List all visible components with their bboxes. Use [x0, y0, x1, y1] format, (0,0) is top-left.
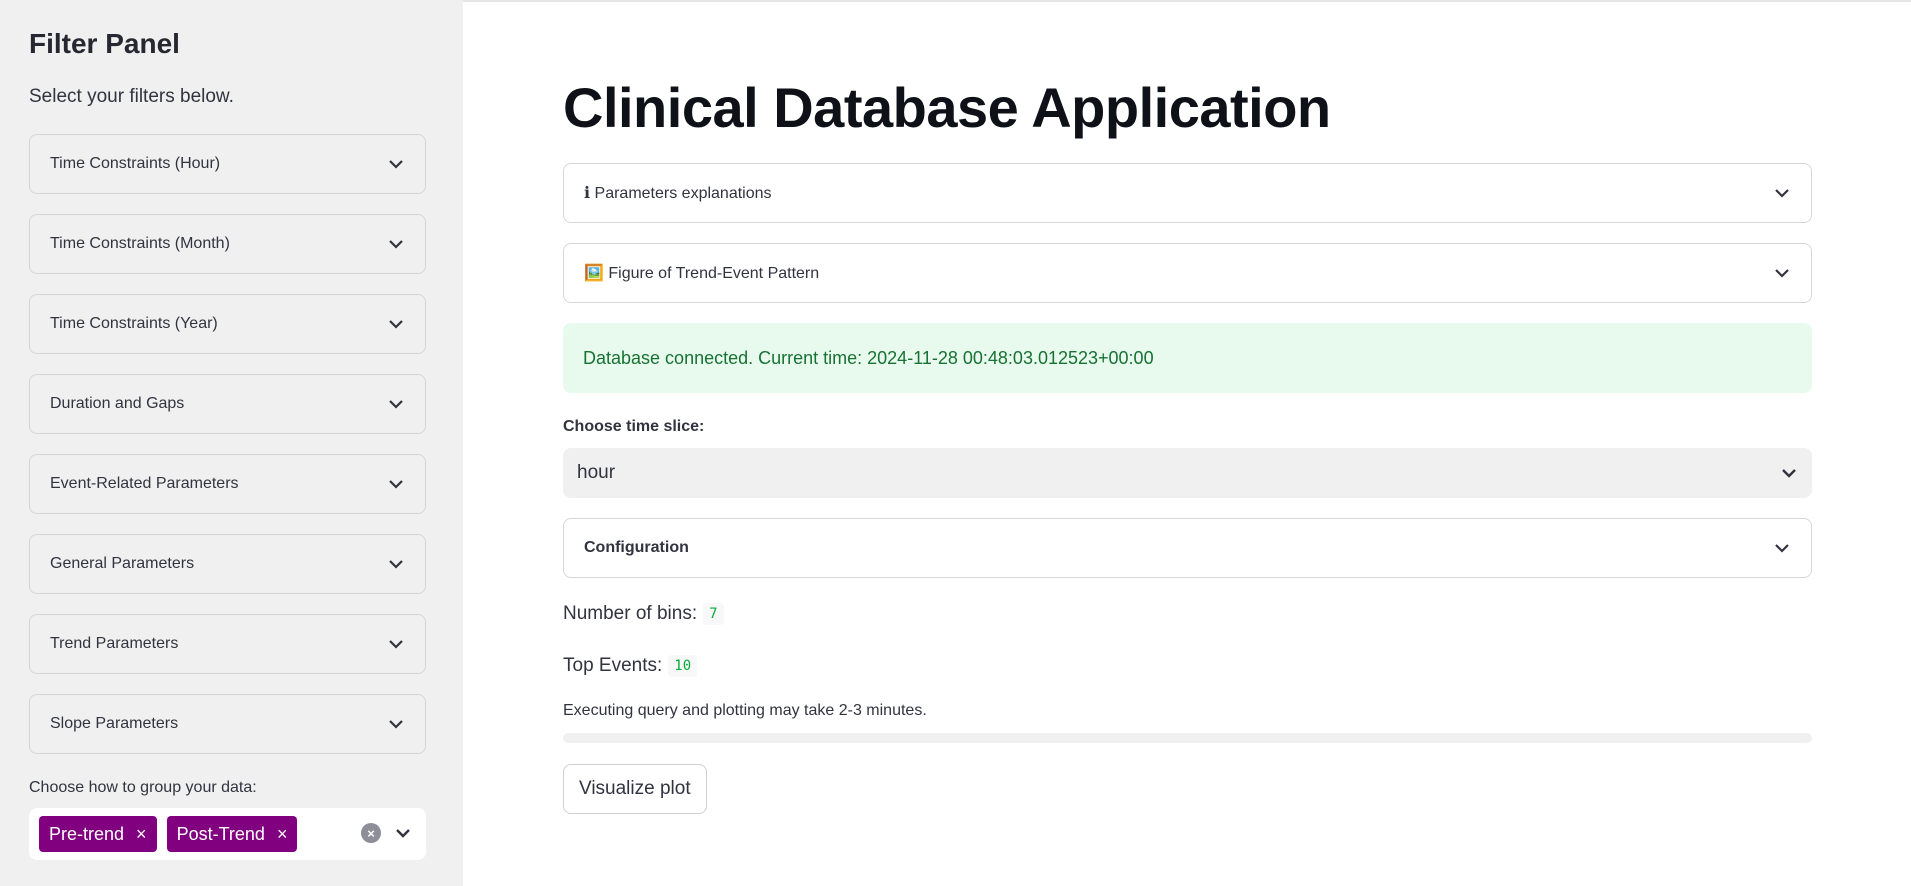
top-events-value: 10: [668, 655, 698, 677]
tag-label: Post-Trend: [176, 823, 265, 844]
chevron-down-icon: [1780, 464, 1798, 482]
expander-general[interactable]: General Parameters: [29, 534, 426, 594]
progress-bar: [563, 733, 1812, 743]
bins-value: 7: [703, 603, 724, 625]
time-slice-label: Choose time slice:: [563, 418, 705, 435]
expander-label: Configuration: [584, 539, 689, 556]
expander-label: Time Constraints (Hour): [50, 155, 221, 172]
expander-label: General Parameters: [50, 555, 195, 572]
chevron-down-icon: [1773, 184, 1791, 202]
execution-note: Executing query and plotting may take 2-…: [563, 702, 927, 719]
chevron-down-icon: [387, 235, 405, 253]
expander-label: Slope Parameters: [50, 715, 179, 732]
expander-configuration[interactable]: Configuration: [563, 518, 1812, 578]
chevron-down-icon: [387, 395, 405, 413]
page-title: Clinical Database Application: [563, 76, 1331, 139]
remove-tag-icon[interactable]: ×: [136, 824, 147, 845]
info-icon: ℹ: [584, 185, 591, 202]
expander-label: Event-Related Parameters: [50, 475, 239, 492]
expander-time-hour[interactable]: Time Constraints (Hour): [29, 134, 426, 194]
expander-label: 🖼️ Figure of Trend-Event Pattern: [584, 265, 820, 282]
clear-all-icon[interactable]: ×: [361, 823, 381, 843]
chevron-down-icon: [1773, 264, 1791, 282]
expander-label: ℹ Parameters explanations: [584, 185, 772, 202]
sidebar-title: Filter Panel: [29, 28, 180, 59]
remove-tag-icon[interactable]: ×: [277, 824, 288, 845]
visualize-plot-button[interactable]: Visualize plot: [563, 764, 707, 814]
group-by-multiselect[interactable]: Pre-trend × Post-Trend × ×: [29, 808, 426, 860]
expander-label: Trend Parameters: [50, 635, 179, 652]
chevron-down-icon: [387, 715, 405, 733]
expander-slope[interactable]: Slope Parameters: [29, 694, 426, 754]
expander-event-related[interactable]: Event-Related Parameters: [29, 454, 426, 514]
status-alert: Database connected. Current time: 2024-1…: [563, 323, 1812, 393]
select-value: hour: [577, 462, 616, 483]
chevron-down-icon: [387, 475, 405, 493]
top-events-label: Top Events:: [563, 655, 663, 676]
top-events-stat: Top Events: 10: [563, 655, 698, 677]
framed-picture-icon: 🖼️: [584, 265, 604, 282]
expander-duration-gaps[interactable]: Duration and Gaps: [29, 374, 426, 434]
expander-label: Time Constraints (Month): [50, 235, 230, 252]
expander-time-month[interactable]: Time Constraints (Month): [29, 214, 426, 274]
chevron-down-icon: [387, 155, 405, 173]
sidebar: Filter Panel Select your filters below. …: [0, 0, 463, 886]
tag-label: Pre-trend: [49, 823, 125, 844]
chevron-down-icon: [387, 635, 405, 653]
expander-trend[interactable]: Trend Parameters: [29, 614, 426, 674]
expander-time-year[interactable]: Time Constraints (Year): [29, 294, 426, 354]
time-slice-select[interactable]: hour: [563, 448, 1812, 498]
bins-stat: Number of bins: 7: [563, 603, 724, 625]
chevron-down-icon[interactable]: [394, 824, 412, 842]
expander-figure-trend-event[interactable]: 🖼️ Figure of Trend-Event Pattern: [563, 243, 1812, 303]
expander-label: Time Constraints (Year): [50, 315, 218, 332]
group-by-label: Choose how to group your data:: [29, 779, 257, 796]
expander-parameters-explanations[interactable]: ℹ Parameters explanations: [563, 163, 1812, 223]
sidebar-subtitle: Select your filters below.: [29, 86, 234, 107]
bins-label: Number of bins:: [563, 603, 698, 624]
tag-pre-trend: Pre-trend ×: [39, 816, 157, 852]
chevron-down-icon: [387, 555, 405, 573]
chevron-down-icon: [387, 315, 405, 333]
chevron-down-icon: [1773, 539, 1791, 557]
expander-label: Duration and Gaps: [50, 395, 185, 412]
tag-post-trend: Post-Trend ×: [166, 816, 298, 852]
